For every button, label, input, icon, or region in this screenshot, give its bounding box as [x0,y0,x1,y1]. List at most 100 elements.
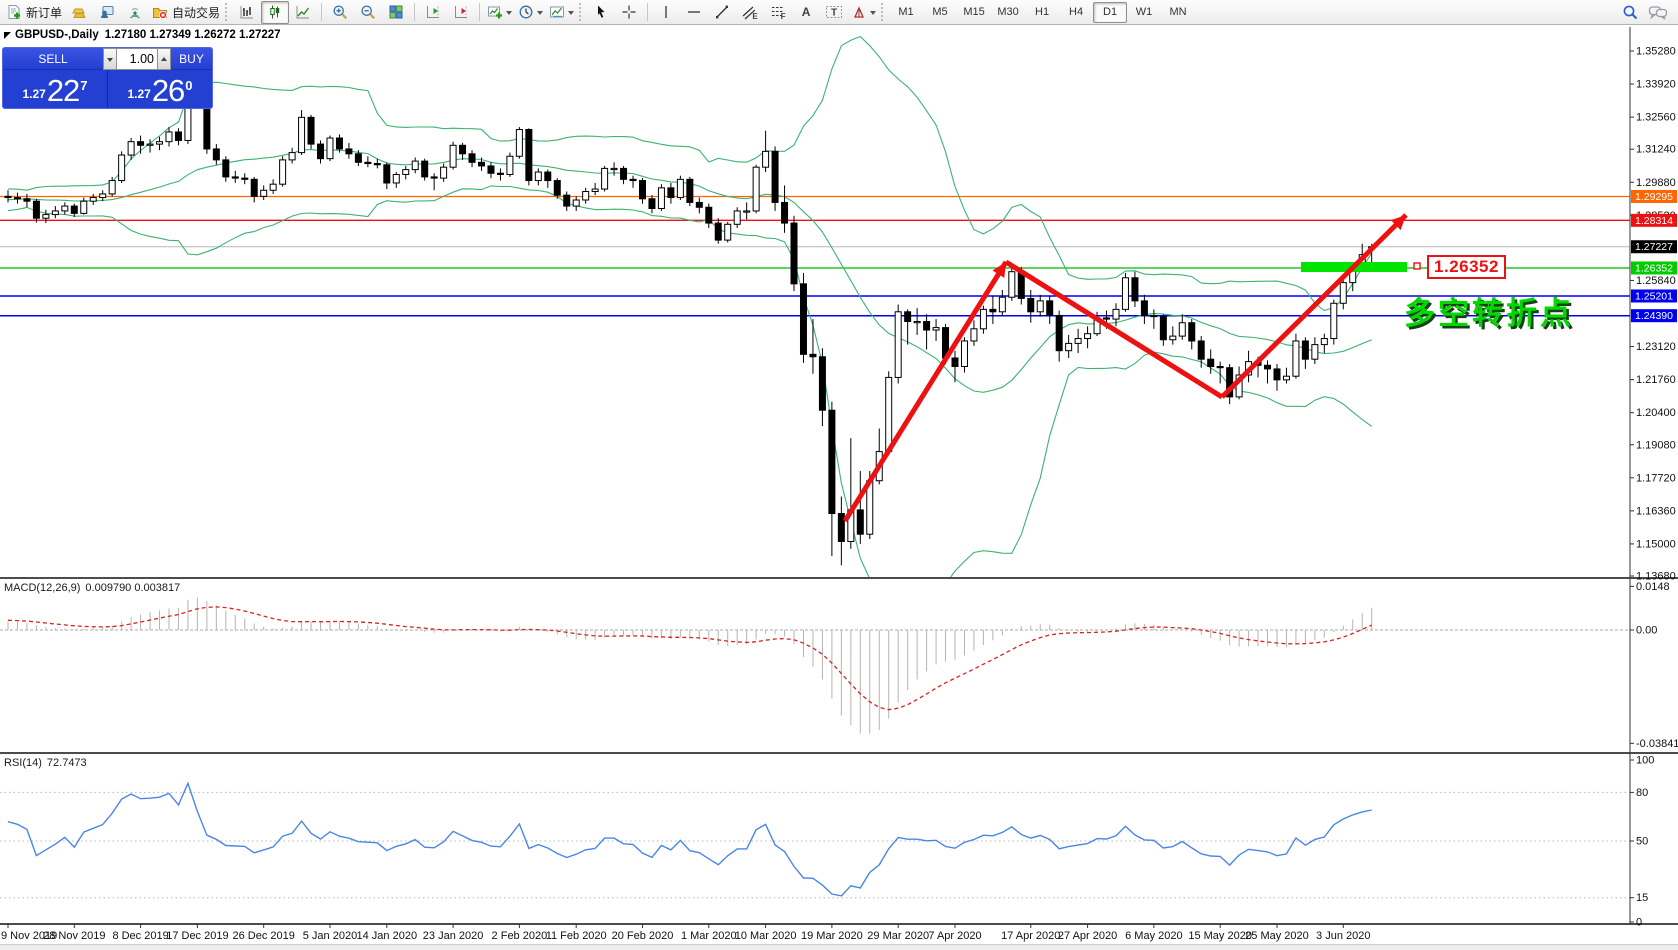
candle-body [327,138,333,159]
svg-text:0.00: 0.00 [1636,625,1657,637]
fibonacci-tool-button[interactable]: F [764,1,792,24]
candle-body [507,156,513,174]
svg-text:26 Dec 2019: 26 Dec 2019 [232,930,294,942]
candle-body [109,181,115,194]
candle-body [450,145,456,167]
candle-body [166,132,172,142]
timeframe-button-D1[interactable]: D1 [1093,2,1127,23]
svg-text:T: T [831,8,837,19]
candle-body [24,199,30,201]
candle-body [128,142,134,155]
timeframe-button-H4[interactable]: H4 [1059,2,1093,23]
candle-body [1056,315,1062,350]
toolbar-drag-handle [881,3,885,21]
crosshair-tool-button[interactable] [615,1,643,24]
candle-body [1265,365,1271,369]
timeframe-button-M1[interactable]: M1 [889,2,923,23]
chat-bubbles-icon [1648,4,1668,21]
chart-title: GBPUSD-,Daily1.27180 1.27349 1.26272 1.2… [15,29,287,41]
candle-body [639,181,645,199]
candle-body [213,149,219,160]
candle-body [980,309,986,328]
candle-body [1321,339,1327,345]
spinner-up-icon [161,54,167,61]
candle-body [308,117,314,144]
timeframe-button-MN[interactable]: MN [1161,2,1195,23]
zoom-out-button[interactable] [354,1,382,24]
price-tag-label[interactable]: 1.26352 [1427,255,1506,279]
horizontal-line-tool-button[interactable] [680,1,708,24]
svg-text:1.35280: 1.35280 [1636,46,1676,58]
svg-text:17 Apr 2020: 17 Apr 2020 [1001,930,1060,942]
svg-text:1.25840: 1.25840 [1636,275,1676,287]
timeframe-button-M30[interactable]: M30 [991,2,1025,23]
timeframe-button-M15[interactable]: M15 [957,2,991,23]
rsi-indicator-label: RSI(14)72.7473 [4,757,92,769]
text-label-tool-button[interactable]: T [820,1,848,24]
sell-price-button[interactable]: 1.27227 [3,70,107,108]
autotrading-button[interactable]: 自动交易 [149,1,223,24]
candle-body [119,155,125,181]
new-order-button[interactable]: 新订单 [3,1,65,24]
buy-price-button[interactable]: 1.27260 [108,70,212,108]
sell-tab[interactable]: SELL [3,48,103,70]
chat-button[interactable] [1644,1,1672,24]
turning-point-annotation[interactable]: 多空转折点 [1404,288,1574,333]
zoom-out-icon [360,4,376,20]
volume-input[interactable] [117,48,157,70]
zoom-in-button[interactable] [326,1,354,24]
horizontal-line-icon [686,4,702,20]
cursor-tool-button[interactable] [587,1,615,24]
search-button[interactable] [1616,1,1644,24]
svg-text:0: 0 [1636,917,1642,929]
candle-body [800,284,806,354]
candle-body [422,161,428,177]
candlestick-mode-button[interactable] [261,1,289,24]
candle-body [554,181,560,196]
bollinger-bands [8,37,1372,598]
tile-windows-button[interactable] [382,1,410,24]
deposit-button[interactable] [65,1,93,24]
svg-text:1.28314: 1.28314 [1635,215,1673,227]
equidistant-channel-tool-button[interactable]: E [736,1,764,24]
candle-body [223,160,229,177]
chart-shift-button[interactable] [419,1,447,24]
candle-body [441,167,447,178]
arrows-tool-button[interactable] [848,1,879,24]
price-axis: 1.352801.339201.325601.312401.298801.285… [1630,27,1678,929]
auto-scroll-button[interactable] [447,1,475,24]
vertical-line-tool-button[interactable] [652,1,680,24]
volume-decrease-button[interactable] [103,48,117,70]
trendline-tool-button[interactable] [708,1,736,24]
candle-body [1104,318,1110,319]
timeframe-button-H1[interactable]: H1 [1025,2,1059,23]
volume-increase-button[interactable] [157,48,171,70]
timeframe-button-W1[interactable]: W1 [1127,2,1161,23]
text-tool-icon: A [802,5,811,19]
candle-body [374,164,380,165]
svg-text:28 Nov 2019: 28 Nov 2019 [43,930,105,942]
timeframe-button-M5[interactable]: M5 [923,2,957,23]
candle-body [52,211,58,215]
svg-text:3 Jun 2020: 3 Jun 2020 [1316,930,1370,942]
svg-text:15: 15 [1636,892,1648,904]
toolbar-drag-handle [579,3,583,21]
buy-tab[interactable]: BUY [171,48,212,70]
candle-body [583,191,589,200]
candle-body [488,166,494,173]
templates-button[interactable] [546,1,577,24]
level-lines [0,196,1630,315]
candle-body [1179,323,1185,336]
svg-text:17 Dec 2019: 17 Dec 2019 [166,930,228,942]
text-tool-button[interactable]: A [792,1,820,24]
client-terminal-button[interactable] [93,1,121,24]
indicators-button[interactable] [484,1,515,24]
signals-button[interactable] [121,1,149,24]
candle-body [677,179,683,197]
line-chart-mode-button[interactable] [289,1,317,24]
macd-signal-line [8,607,1372,710]
chart-canvas[interactable]: 1.352801.339201.325601.312401.298801.285… [0,0,1678,950]
periods-button[interactable] [515,1,546,24]
bar-chart-mode-button[interactable] [233,1,261,24]
new-order-icon [6,4,22,20]
